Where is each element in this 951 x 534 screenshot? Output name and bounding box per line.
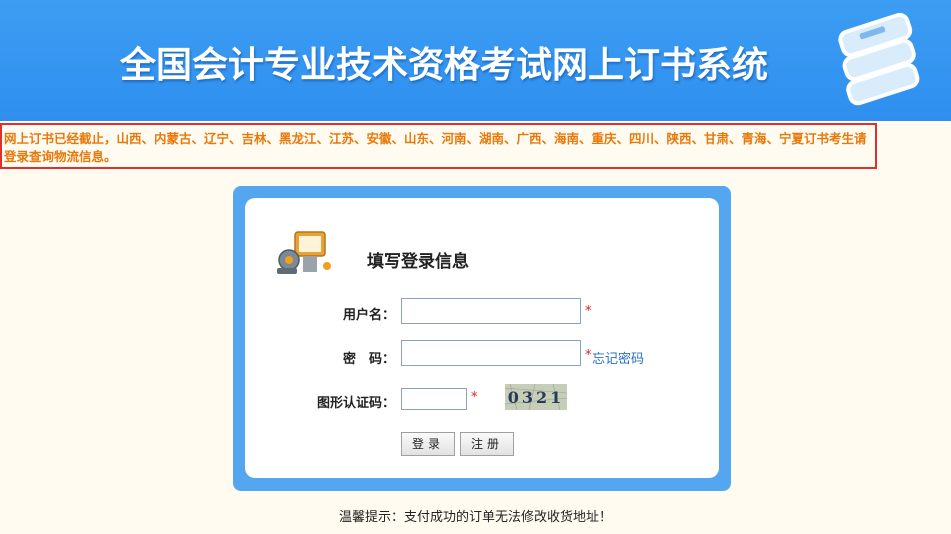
captcha-required-mark: * [471, 390, 478, 405]
username-required-mark: * [585, 304, 592, 319]
username-input[interactable] [401, 298, 581, 324]
login-panel-body: 填写登录信息 用户名： * 密 码： * 忘记密码 图形认证码： * 0321 … [245, 198, 719, 478]
register-button[interactable]: 注册 [460, 432, 514, 456]
captcha-input[interactable] [401, 388, 467, 410]
captcha-text: 0321 [508, 388, 565, 407]
login-panel: 填写登录信息 用户名： * 密 码： * 忘记密码 图形认证码： * 0321 … [233, 186, 731, 491]
closure-notice: 网上订书已经截止，山西、内蒙古、辽宁、吉林、黑龙江、江苏、安徽、山东、河南、湖南… [0, 123, 877, 169]
warm-tip: 温馨提示：支付成功的订单无法修改收货地址！ [338, 510, 612, 525]
password-label: 密 码： [342, 352, 395, 367]
captcha-image[interactable]: 0321 [505, 384, 567, 410]
forgot-password-link[interactable]: 忘记密码 [592, 348, 644, 367]
header-banner: 全国会计专业技术资格考试网上订书系统 [0, 0, 951, 121]
password-required-mark: * [585, 348, 592, 363]
site-title: 全国会计专业技术资格考试网上订书系统 [120, 45, 769, 86]
login-button[interactable]: 登录 [401, 432, 455, 456]
captcha-label: 图形认证码： [316, 396, 395, 411]
login-key-icon [277, 231, 331, 274]
books-icon [838, 12, 920, 106]
username-label: 用户名： [342, 308, 395, 323]
password-input[interactable] [401, 340, 581, 366]
login-form-title: 填写登录信息 [367, 252, 469, 272]
